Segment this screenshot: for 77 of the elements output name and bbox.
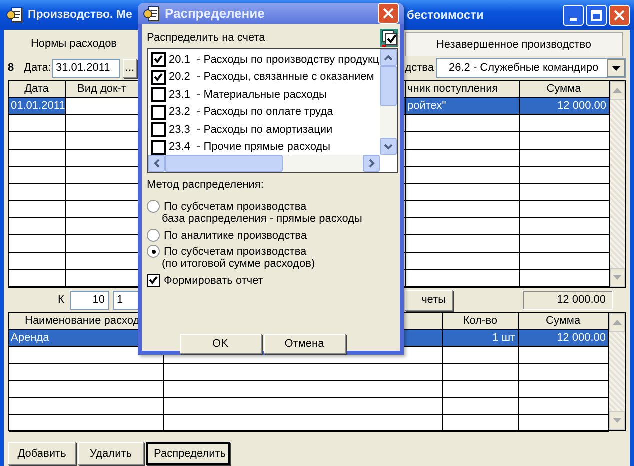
option-label: По аналитике производства (164, 230, 308, 242)
close-button[interactable] (378, 3, 399, 24)
account-item[interactable]: 20.1 - Расходы по производству продукц (151, 51, 380, 68)
scrollbar[interactable] (380, 49, 397, 155)
action-button[interactable]: Распределить (146, 442, 230, 465)
checkbox[interactable] (147, 274, 160, 287)
tab[interactable]: Нормы расходов (8, 32, 140, 56)
close-icon (614, 10, 625, 20)
account-item[interactable]: 23.1 - Материальные расходы (151, 86, 380, 104)
action-button[interactable]: Удалить (78, 442, 144, 465)
ok-button[interactable]: OK (180, 334, 262, 354)
column-header: чник поступления (405, 81, 519, 98)
date-picker-button[interactable]: ... (123, 58, 137, 78)
column-header: Сумма (519, 81, 609, 98)
accounts-label: Распределить на счета (147, 32, 266, 44)
window-title: Производство. Ме (28, 9, 132, 21)
arrow-up-icon (612, 88, 622, 93)
dropdown-arrow-icon (612, 66, 620, 70)
column-header: Сумма (518, 313, 608, 330)
radio-button[interactable] (147, 229, 160, 242)
tab[interactable]: Незавершенное производство (405, 32, 623, 56)
table-cell: 1 шт (442, 330, 518, 346)
minimize-icon (570, 18, 577, 20)
table-cell: 01.01.2011 (9, 98, 65, 115)
account-label: дства (405, 62, 434, 74)
checkbox[interactable] (151, 104, 166, 120)
method-label: Метод распределения: (147, 179, 265, 193)
close-button[interactable] (609, 4, 630, 26)
account-item[interactable]: 23.3 - Расходы по амортизации (151, 121, 380, 138)
table-cell: ройтех'' (405, 98, 519, 115)
document-icon (6, 6, 24, 24)
option-note: (по итоговой сумме расходов) (162, 258, 316, 271)
close-icon (383, 8, 394, 19)
minimize-button[interactable] (563, 4, 584, 26)
checkbox[interactable] (151, 122, 166, 138)
date-label: Дата: (24, 62, 52, 74)
dialog-title: Распределение (165, 6, 266, 21)
checkbox-label: Формировать отчет (164, 274, 264, 286)
column-header: Кол-во (442, 313, 518, 330)
accounts-button[interactable]: четы (405, 290, 453, 310)
account-item[interactable]: 20.2 - Расходы, связанные с оказанием (151, 68, 380, 86)
option-label: По субсчетам производства (164, 200, 307, 212)
k-label: К (58, 294, 66, 306)
scrollbar[interactable] (610, 81, 625, 287)
arrow-up-icon (612, 320, 622, 325)
cancel-button[interactable]: Отмена (264, 334, 346, 354)
column-header: Вид док-т (65, 81, 139, 98)
select-all-icon[interactable] (380, 29, 398, 47)
option-label: По субсчетам производства (164, 246, 307, 258)
column-header: Дата (9, 81, 65, 98)
radio-button[interactable] (147, 200, 160, 213)
radio-button[interactable] (147, 245, 160, 258)
arrow-right-icon (368, 159, 374, 168)
maximize-button[interactable] (586, 4, 607, 26)
checkbox[interactable] (151, 52, 166, 68)
arrow-down-icon (612, 418, 622, 423)
document-icon (143, 4, 161, 22)
total-field: 12 000.00 (523, 290, 613, 310)
date-field[interactable]: 31.01.2011 (52, 58, 120, 78)
arrow-up-icon (384, 54, 393, 60)
table-cell: 12 000.00 (519, 98, 609, 115)
arrow-down-icon (384, 144, 393, 150)
action-button[interactable]: Добавить (8, 442, 76, 465)
arrow-down-icon (612, 275, 622, 280)
window-title: бестоимости (407, 8, 485, 22)
checkbox[interactable] (151, 87, 166, 102)
record-number: 8 (8, 62, 16, 74)
account-dropdown[interactable]: 26.2 - Служебные командиро (436, 58, 626, 78)
table-cell: 12 000.00 (518, 330, 608, 346)
scrollbar[interactable] (609, 313, 625, 430)
coefficient-field[interactable]: 10 (70, 290, 109, 310)
checkbox[interactable] (151, 70, 166, 85)
arrow-left-icon (154, 159, 160, 168)
maximize-icon (591, 10, 602, 20)
account-item[interactable]: 23.2 - Расходы по оплате труда (151, 104, 380, 121)
option-note: база распределения - прямые расходы (162, 213, 364, 226)
scrollbar[interactable] (148, 155, 380, 172)
